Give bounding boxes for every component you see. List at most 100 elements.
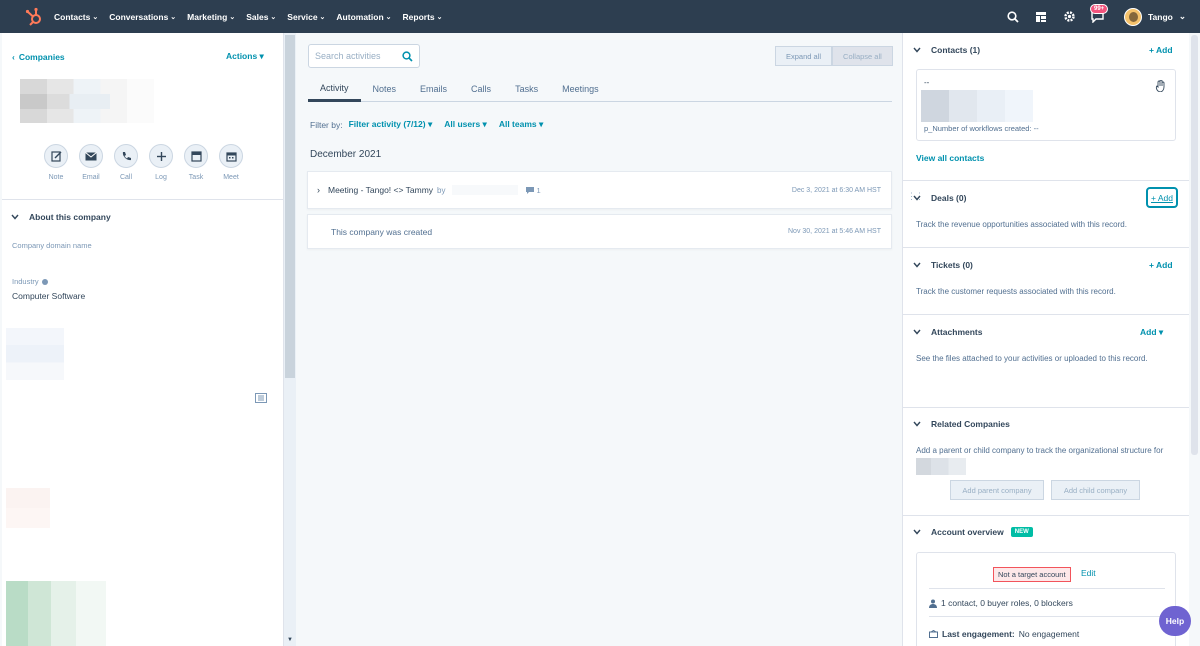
email-button[interactable]: Email bbox=[79, 144, 103, 181]
chevron-right-icon[interactable]: › bbox=[317, 185, 320, 195]
add-parent-company-button[interactable]: Add parent company bbox=[950, 480, 1044, 500]
gear-icon[interactable] bbox=[1062, 10, 1076, 24]
task-icon bbox=[184, 144, 208, 168]
tab-calls[interactable]: Calls bbox=[459, 76, 503, 102]
created-activity-card: This company was created Nov 30, 2021 at… bbox=[307, 214, 892, 249]
call-label: Call bbox=[119, 174, 133, 181]
tab-notes[interactable]: Notes bbox=[361, 76, 409, 102]
nav-reports[interactable]: Reports ⌄ bbox=[403, 12, 443, 22]
tickets-section-toggle[interactable]: Tickets (0) bbox=[913, 260, 973, 270]
engagement-icon bbox=[929, 630, 938, 638]
scrollbar-thumb[interactable] bbox=[285, 35, 295, 378]
nav-label: Marketing bbox=[187, 11, 228, 22]
meeting-activity-card[interactable]: › Meeting - Tango! <> Tammy by 1 Dec 3, … bbox=[307, 171, 892, 209]
about-section-toggle[interactable]: About this company bbox=[11, 212, 111, 222]
chevron-down-icon: ⌄ bbox=[436, 13, 443, 21]
log-label: Log bbox=[155, 174, 167, 181]
tickets-section-title: Tickets (0) bbox=[931, 260, 973, 270]
tab-tasks[interactable]: Tasks bbox=[503, 76, 550, 102]
notifications-icon[interactable]: 99+ bbox=[1090, 3, 1109, 24]
account-overview-section-toggle[interactable]: Account overview NEW bbox=[913, 527, 1033, 537]
hubspot-logo-icon[interactable] bbox=[24, 7, 44, 27]
add-attachment-dropdown[interactable]: Add ▾ bbox=[1140, 327, 1163, 338]
edit-target-account-link[interactable]: Edit bbox=[1081, 568, 1096, 578]
industry-field-value[interactable]: Computer Software bbox=[12, 291, 85, 301]
nav-label: Service bbox=[287, 11, 318, 22]
drag-hand-icon[interactable] bbox=[1155, 79, 1165, 94]
marketplace-icon[interactable] bbox=[1034, 10, 1048, 24]
nav-sales[interactable]: Sales ⌄ bbox=[246, 12, 276, 22]
related-companies-description: Add a parent or child company to track t… bbox=[916, 443, 1166, 475]
related-companies-section-toggle[interactable]: Related Companies bbox=[913, 419, 1010, 429]
contacts-section-title: Contacts (1) bbox=[931, 45, 981, 55]
caret-down-icon: ▾ bbox=[259, 51, 264, 61]
last-engagement-row: Last engagement: No engagement bbox=[929, 629, 1079, 639]
nav-label: Contacts bbox=[54, 11, 91, 22]
filter-by-label: Filter by: bbox=[310, 119, 343, 130]
comment-count[interactable]: 1 bbox=[525, 186, 541, 195]
nav-menu: Contacts ⌄ Conversations ⌄ Marketing ⌄ Sale… bbox=[54, 12, 454, 22]
attachments-section-toggle[interactable]: Attachments bbox=[913, 327, 982, 337]
contacts-section-toggle[interactable]: Contacts (1) bbox=[913, 45, 980, 55]
divider bbox=[903, 515, 1190, 516]
log-button[interactable]: Log bbox=[149, 144, 173, 181]
search-activities-input[interactable]: Search activities bbox=[308, 44, 420, 68]
all-users-dropdown[interactable]: All users ▾ bbox=[444, 119, 487, 130]
note-icon bbox=[44, 144, 68, 168]
deals-section-toggle[interactable]: Deals (0) bbox=[913, 193, 966, 203]
chevron-down-icon: ⌄ bbox=[385, 13, 392, 21]
back-to-companies-link[interactable]: ‹ Companies bbox=[12, 52, 65, 62]
nav-contacts[interactable]: Contacts ⌄ bbox=[54, 12, 98, 22]
task-button[interactable]: Task bbox=[184, 144, 208, 181]
add-child-company-button[interactable]: Add child company bbox=[1051, 480, 1140, 500]
search-icon[interactable] bbox=[402, 51, 413, 64]
caret-down-icon: ▾ bbox=[539, 119, 544, 129]
help-button[interactable]: Help bbox=[1159, 606, 1191, 636]
all-teams-dropdown[interactable]: All teams ▾ bbox=[499, 119, 543, 130]
expand-all-button[interactable]: Expand all bbox=[775, 46, 833, 66]
nav-service[interactable]: Service ⌄ bbox=[287, 12, 325, 22]
about-section-title: About this company bbox=[29, 212, 111, 222]
meet-button[interactable]: Meet bbox=[219, 144, 243, 181]
left-scrollbar[interactable]: ▼ bbox=[284, 33, 296, 646]
add-contact-button[interactable]: + Add bbox=[1149, 45, 1173, 55]
details-icon[interactable] bbox=[255, 393, 267, 403]
chevron-down-icon bbox=[913, 328, 921, 336]
view-all-contacts-link[interactable]: View all contacts bbox=[916, 153, 984, 163]
target-account-status-badge: Not a target account bbox=[993, 567, 1071, 582]
tab-activity[interactable]: Activity bbox=[308, 76, 361, 102]
activity-timeline: Search activities Expand all Collapse al… bbox=[296, 33, 902, 646]
contact-card[interactable]: -- p_Number of workflows created: -- bbox=[916, 69, 1176, 141]
actions-dropdown[interactable]: Actions ▾ bbox=[226, 51, 264, 62]
redacted-owner-name bbox=[451, 185, 518, 195]
nav-marketing[interactable]: Marketing ⌄ bbox=[187, 12, 235, 22]
user-menu[interactable]: Tango ⌄ bbox=[1124, 7, 1186, 26]
call-button[interactable]: Call bbox=[114, 144, 138, 181]
chevron-down-icon: ⌄ bbox=[270, 13, 277, 21]
scroll-down-arrow-icon[interactable]: ▼ bbox=[287, 637, 293, 643]
caret-down-icon: ▾ bbox=[482, 119, 487, 129]
buyer-roles-summary[interactable]: 1 contact, 0 buyer roles, 0 blockers bbox=[929, 598, 1073, 608]
nav-automation[interactable]: Automation ⌄ bbox=[336, 12, 391, 22]
scrollbar-thumb[interactable] bbox=[1191, 35, 1198, 455]
tab-emails[interactable]: Emails bbox=[408, 76, 459, 102]
divider bbox=[903, 407, 1190, 408]
nav-conversations[interactable]: Conversations ⌄ bbox=[109, 12, 176, 22]
add-deal-button[interactable]: + Add bbox=[1146, 187, 1178, 208]
meeting-title: Meeting - Tango! <> Tammy bbox=[328, 185, 434, 195]
deals-description: Track the revenue opportunities associat… bbox=[916, 220, 1127, 229]
search-icon[interactable] bbox=[1006, 10, 1020, 24]
tab-meetings[interactable]: Meetings bbox=[550, 76, 611, 102]
add-ticket-button[interactable]: + Add bbox=[1149, 260, 1173, 270]
account-overview-card: Not a target account Edit 1 contact, 0 b… bbox=[916, 552, 1176, 646]
redacted-company-name bbox=[916, 458, 966, 475]
phone-icon bbox=[114, 144, 138, 168]
created-text: This company was created bbox=[331, 226, 433, 237]
note-button[interactable]: Note bbox=[44, 144, 68, 181]
redacted-contact-info bbox=[921, 90, 1033, 122]
collapse-all-button[interactable]: Collapse all bbox=[832, 46, 893, 66]
filter-activity-dropdown[interactable]: Filter activity (7/12) ▾ bbox=[349, 119, 433, 130]
right-scrollbar[interactable] bbox=[1189, 33, 1200, 646]
chevron-down-icon bbox=[913, 194, 921, 202]
top-navigation: Contacts ⌄ Conversations ⌄ Marketing ⌄ Sale… bbox=[0, 0, 1200, 33]
